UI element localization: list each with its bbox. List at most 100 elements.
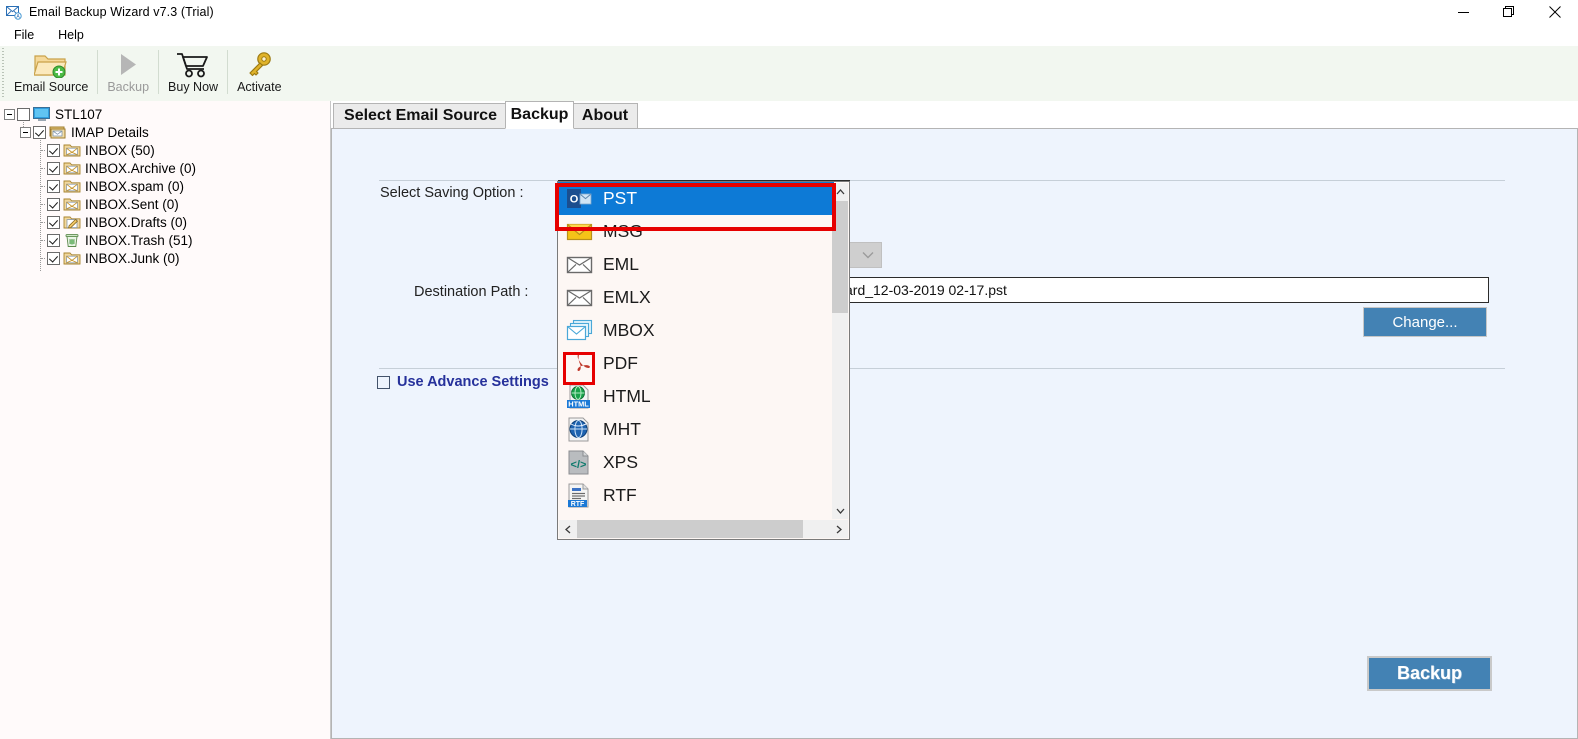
pdf-icon <box>565 349 594 378</box>
tree-node-root[interactable]: STL107 <box>4 105 102 123</box>
application-window: A Email Backup Wizard v7.3 (Trial) File … <box>0 0 1578 739</box>
chevron-down-icon <box>855 243 881 267</box>
dropdown-option-eml[interactable]: EML <box>558 248 834 281</box>
dropdown-option-mht[interactable]: MHT <box>558 413 834 446</box>
scroll-right-arrow-icon[interactable] <box>830 520 848 538</box>
dropdown-option-mbox[interactable]: MBOX <box>558 314 834 347</box>
folder-add-icon <box>34 50 68 78</box>
svg-text:</>: </> <box>571 459 587 471</box>
tree-node-folder[interactable]: INBOX.Junk (0) <box>45 249 180 267</box>
backup-button-label: Backup <box>1396 663 1463 683</box>
tree-node-folder-label: INBOX.Junk (0) <box>85 250 180 266</box>
minimize-button[interactable] <box>1440 0 1486 24</box>
scrollbar-thumb[interactable] <box>577 520 803 538</box>
dropdown-option-label: PST <box>603 188 638 208</box>
mht-globe-icon <box>565 415 594 444</box>
window-title: Email Backup Wizard v7.3 (Trial) <box>29 5 214 19</box>
svg-text:O: O <box>570 194 579 206</box>
window-controls <box>1440 0 1578 24</box>
close-button[interactable] <box>1532 0 1578 24</box>
tree-node-folder-label: INBOX.Archive (0) <box>85 160 197 176</box>
main-panel: Select Email Source Backup About Select … <box>331 101 1578 739</box>
xps-code-icon: </> <box>565 448 594 477</box>
use-advance-settings-row[interactable]: Use Advance Settings <box>377 374 549 390</box>
eml-envelope-icon <box>565 250 594 279</box>
expander-collapse-icon[interactable] <box>20 126 31 138</box>
dropdown-option-pdf[interactable]: PDF <box>558 347 834 380</box>
app-icon: A <box>6 4 22 20</box>
tree-checkbox[interactable] <box>33 125 46 139</box>
dropdown-option-label: EML <box>603 254 639 274</box>
change-button-label: Change... <box>1392 313 1458 331</box>
dropdown-option-label: MSG <box>603 221 643 241</box>
dropdown-horizontal-scrollbar[interactable] <box>559 520 848 538</box>
menu-file[interactable]: File <box>4 26 44 44</box>
dropdown-option-rtf[interactable]: RTF RTF <box>558 479 834 512</box>
dropdown-option-pst[interactable]: O PST <box>558 182 834 215</box>
scrollbar-thumb[interactable] <box>832 201 848 313</box>
toolbar-backup[interactable]: Backup <box>98 46 158 98</box>
change-button[interactable]: Change... <box>1363 307 1487 337</box>
tree-checkbox[interactable] <box>47 251 60 265</box>
dropdown-option-msg[interactable]: MSG <box>558 215 834 248</box>
scroll-left-arrow-icon[interactable] <box>559 520 577 538</box>
dropdown-option-html[interactable]: HTML HTML <box>558 380 834 413</box>
tab-about[interactable]: About <box>572 103 638 128</box>
tree-node-folder[interactable]: INBOX.spam (0) <box>45 177 184 195</box>
use-advance-settings-label: Use Advance Settings <box>397 374 549 390</box>
scroll-down-arrow-icon[interactable] <box>832 502 848 519</box>
computer-icon <box>33 106 51 122</box>
maximize-button[interactable] <box>1486 0 1532 24</box>
tree-node-folder[interactable]: INBOX.Sent (0) <box>45 195 179 213</box>
dropdown-option-label: PDF <box>603 353 638 373</box>
toolbar-buy-now-label: Buy Now <box>168 80 219 94</box>
toolbar-email-source-label: Email Source <box>14 80 89 94</box>
destination-path-value: ard_12-03-2019 02-17.pst <box>845 282 1007 298</box>
tree-node-folder[interactable]: INBOX.Archive (0) <box>45 159 196 177</box>
menu-help[interactable]: Help <box>48 26 94 44</box>
tab-backup-label: Backup <box>510 106 569 123</box>
tree-checkbox[interactable] <box>47 197 60 211</box>
folder-mail-icon <box>63 251 81 266</box>
tree-checkbox[interactable] <box>47 215 60 229</box>
tree-checkbox[interactable] <box>47 143 60 157</box>
dropdown-options: O PST MSG EML EMLX MBOX PDF HTML HTML MHT </> XPS RT… <box>558 182 834 522</box>
dropdown-option-xps[interactable]: </> XPS <box>558 446 834 479</box>
html-globe-icon: HTML <box>565 382 594 411</box>
expander-collapse-icon[interactable] <box>4 108 15 120</box>
dropdown-option-emlx[interactable]: EMLX <box>558 281 834 314</box>
folder-mail-icon <box>63 143 81 158</box>
tree-node-folder-label: INBOX.Drafts (0) <box>85 214 188 230</box>
scroll-up-arrow-icon[interactable] <box>832 183 848 200</box>
saving-option-dropdown-list[interactable]: O PST MSG EML EMLX MBOX PDF HTML HTML MHT </> XPS RT… <box>557 181 850 540</box>
shopping-cart-icon <box>175 50 211 78</box>
play-triangle-icon <box>115 50 141 78</box>
svg-text:HTML: HTML <box>568 400 589 409</box>
tab-select-email-source-label: Select Email Source <box>344 107 497 124</box>
tree-checkbox[interactable] <box>47 179 60 193</box>
key-icon <box>244 50 274 78</box>
tree-checkbox[interactable] <box>47 233 60 247</box>
mail-stack-icon <box>49 125 67 140</box>
tree-checkbox[interactable] <box>17 107 30 121</box>
tree-node-folder[interactable]: INBOX.Trash (51) <box>45 231 193 249</box>
tree-node-folder[interactable]: INBOX.Drafts (0) <box>45 213 187 231</box>
dropdown-option-label: MBOX <box>603 320 655 340</box>
tree-node-account[interactable]: IMAP Details <box>20 123 149 141</box>
toolbar-activate[interactable]: Activate <box>228 46 290 98</box>
backup-button[interactable]: Backup <box>1367 656 1492 691</box>
svg-text:RTF: RTF <box>571 501 585 508</box>
tree-checkbox[interactable] <box>47 161 60 175</box>
mbox-stack-icon <box>565 316 594 345</box>
tab-select-email-source[interactable]: Select Email Source <box>333 103 508 128</box>
toolbar-buy-now[interactable]: Buy Now <box>159 46 227 98</box>
tab-backup[interactable]: Backup <box>505 101 574 129</box>
tree-node-folder[interactable]: INBOX (50) <box>45 141 155 159</box>
toolbar-email-source[interactable]: Email Source <box>5 46 97 98</box>
dropdown-vertical-scrollbar[interactable] <box>832 183 848 519</box>
tree-node-folder-label: INBOX.spam (0) <box>85 178 185 194</box>
backup-tab-panel: Select Saving Option : PST Destination P… <box>331 128 1578 739</box>
use-advance-settings-checkbox[interactable] <box>377 375 390 389</box>
destination-path-input[interactable]: ard_12-03-2019 02-17.pst <box>839 277 1489 303</box>
separator-bottom <box>379 368 1505 369</box>
